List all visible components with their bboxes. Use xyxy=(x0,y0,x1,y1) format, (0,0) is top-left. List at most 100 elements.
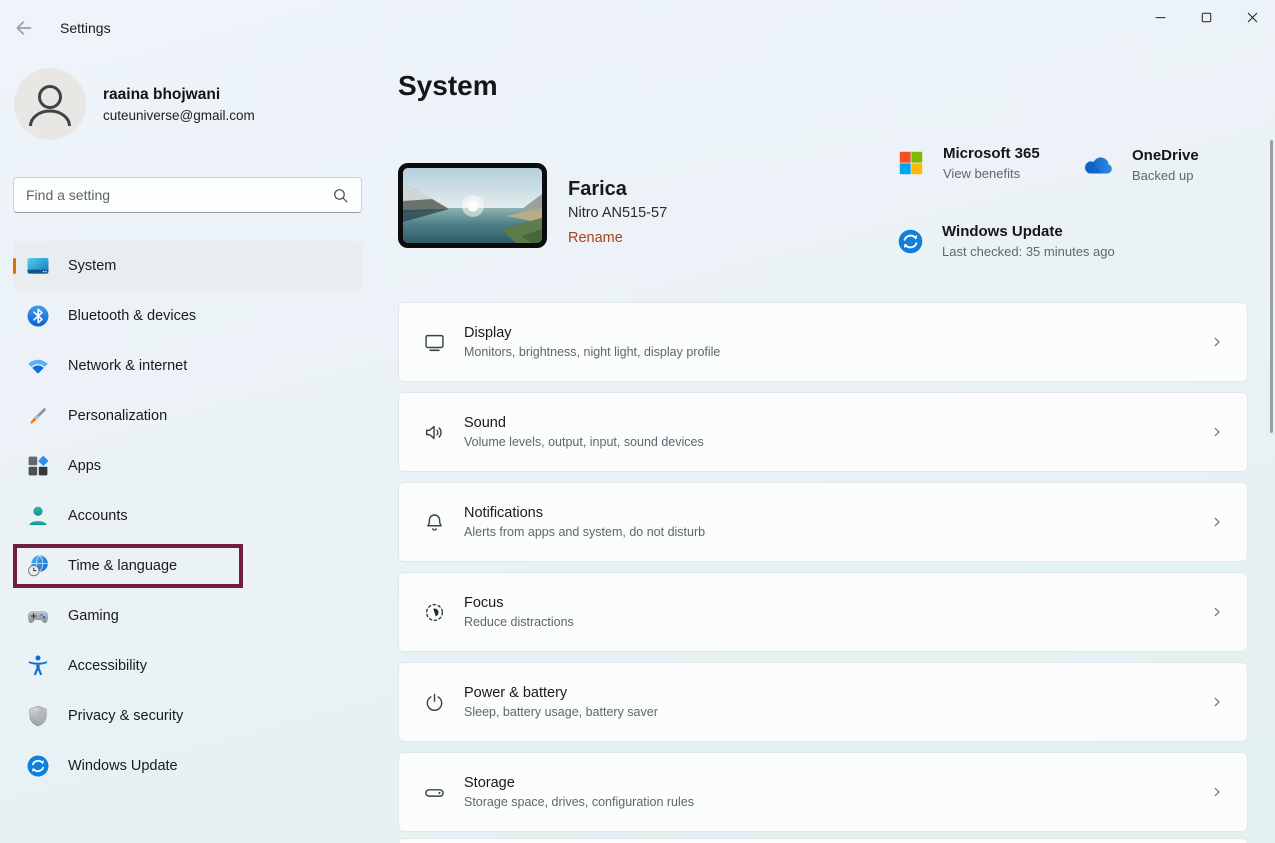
chevron-right-icon xyxy=(1209,514,1225,530)
windows-update-icon xyxy=(897,228,924,255)
sidebar-item-label: Network & internet xyxy=(68,358,187,374)
gaming-icon xyxy=(26,604,50,628)
sound-icon xyxy=(423,421,446,444)
time-language-icon xyxy=(26,554,50,578)
apps-icon xyxy=(26,454,50,478)
power-icon xyxy=(423,691,446,714)
sidebar-item-windows-update[interactable]: Windows Update xyxy=(13,741,362,791)
status-card-onedrive[interactable]: OneDrive Backed up xyxy=(1082,147,1199,183)
status-card-microsoft-365[interactable]: Microsoft 365 View benefits xyxy=(897,145,1040,181)
row-title: Power & battery xyxy=(464,685,658,701)
sidebar-item-personalization[interactable]: Personalization xyxy=(13,391,362,441)
avatar xyxy=(14,68,86,140)
row-subtitle: Volume levels, output, input, sound devi… xyxy=(464,435,704,449)
chevron-right-icon xyxy=(1209,424,1225,440)
device-name: Farica xyxy=(568,178,627,201)
status-subtitle: Last checked: 35 minutes ago xyxy=(942,244,1115,259)
selected-accent-bar xyxy=(13,258,16,274)
focus-icon xyxy=(423,601,446,624)
sidebar-item-label: Apps xyxy=(68,458,101,474)
landscape-wallpaper xyxy=(403,168,542,243)
scrollbar-thumb[interactable] xyxy=(1270,140,1273,433)
back-button[interactable] xyxy=(13,17,35,39)
accounts-icon xyxy=(26,504,50,528)
row-subtitle: Storage space, drives, configuration rul… xyxy=(464,795,694,809)
windows-update-icon xyxy=(26,754,50,778)
notifications-icon xyxy=(423,511,446,534)
sidebar-item-label: Accessibility xyxy=(68,658,147,674)
search-input[interactable] xyxy=(26,187,332,203)
accessibility-icon xyxy=(26,654,50,678)
status-title: Windows Update xyxy=(942,223,1115,240)
sidebar-item-label: System xyxy=(68,258,116,274)
sidebar-item-apps[interactable]: Apps xyxy=(13,441,362,491)
sidebar-item-privacy-security[interactable]: Privacy & security xyxy=(13,691,362,741)
chevron-right-icon xyxy=(1209,784,1225,800)
sidebar-item-gaming[interactable]: Gaming xyxy=(13,591,362,641)
display-icon xyxy=(423,331,446,354)
row-title: Display xyxy=(464,325,720,341)
profile-name: raaina bhojwani xyxy=(103,86,220,104)
app-title: Settings xyxy=(60,20,111,36)
row-subtitle: Sleep, battery usage, battery saver xyxy=(464,705,658,719)
profile-email: cuteuniverse@gmail.com xyxy=(103,108,255,123)
window-controls xyxy=(1137,0,1275,34)
status-subtitle: Backed up xyxy=(1132,168,1199,183)
network-icon xyxy=(26,354,50,378)
bluetooth-icon xyxy=(26,304,50,328)
device-model: Nitro AN515-57 xyxy=(568,205,667,221)
person-icon xyxy=(14,68,86,140)
row-title: Focus xyxy=(464,595,574,611)
settings-row-power-battery[interactable]: Power & battery Sleep, battery usage, ba… xyxy=(398,662,1248,742)
system-icon xyxy=(26,254,50,278)
onedrive-icon xyxy=(1082,155,1114,176)
settings-window: Settings raaina bhojwani cuteuniverse@gm… xyxy=(0,0,1275,843)
sidebar-item-bluetooth-devices[interactable]: Bluetooth & devices xyxy=(13,291,362,341)
status-title: OneDrive xyxy=(1132,147,1199,164)
sidebar-item-accessibility[interactable]: Accessibility xyxy=(13,641,362,691)
settings-row-storage[interactable]: Storage Storage space, drives, configura… xyxy=(398,752,1248,832)
sidebar-item-accounts[interactable]: Accounts xyxy=(13,491,362,541)
row-subtitle: Reduce distractions xyxy=(464,615,574,629)
row-title: Storage xyxy=(464,775,694,791)
maximize-button[interactable] xyxy=(1183,0,1229,34)
row-subtitle: Monitors, brightness, night light, displ… xyxy=(464,345,720,359)
search-box xyxy=(13,177,362,213)
settings-row-focus[interactable]: Focus Reduce distractions xyxy=(398,572,1248,652)
sidebar-nav: System Bluetooth & devices Network & int… xyxy=(13,241,362,791)
settings-row-partial[interactable] xyxy=(398,838,1248,843)
row-subtitle: Alerts from apps and system, do not dist… xyxy=(464,525,705,539)
sidebar-item-time-language[interactable]: Time & language xyxy=(13,541,362,591)
sidebar-item-network-internet[interactable]: Network & internet xyxy=(13,341,362,391)
status-card-windows-update[interactable]: Windows Update Last checked: 35 minutes … xyxy=(897,223,1115,259)
sidebar-item-label: Accounts xyxy=(68,508,128,524)
close-button[interactable] xyxy=(1229,0,1275,34)
minimize-button[interactable] xyxy=(1137,0,1183,34)
row-title: Sound xyxy=(464,415,704,431)
personalization-icon xyxy=(26,404,50,428)
status-title: Microsoft 365 xyxy=(943,145,1040,162)
chevron-right-icon xyxy=(1209,694,1225,710)
sidebar-item-label: Privacy & security xyxy=(68,708,183,724)
sidebar-item-label: Personalization xyxy=(68,408,167,424)
settings-row-sound[interactable]: Sound Volume levels, output, input, soun… xyxy=(398,392,1248,472)
maximize-icon xyxy=(1198,9,1215,26)
chevron-right-icon xyxy=(1209,334,1225,350)
storage-icon xyxy=(423,781,446,804)
sidebar-item-label: Gaming xyxy=(68,608,119,624)
rename-link[interactable]: Rename xyxy=(568,230,623,246)
row-title: Notifications xyxy=(464,505,705,521)
sidebar-item-label: Time & language xyxy=(68,558,177,574)
search-icon xyxy=(332,187,349,204)
chevron-right-icon xyxy=(1209,604,1225,620)
sidebar-item-label: Bluetooth & devices xyxy=(68,308,196,324)
settings-row-list: Display Monitors, brightness, night ligh… xyxy=(398,302,1248,842)
sidebar-item-system[interactable]: System xyxy=(13,241,362,291)
privacy-icon xyxy=(26,704,50,728)
close-icon xyxy=(1244,9,1261,26)
settings-row-notifications[interactable]: Notifications Alerts from apps and syste… xyxy=(398,482,1248,562)
minimize-icon xyxy=(1152,9,1169,26)
status-subtitle: View benefits xyxy=(943,166,1040,181)
page-title: System xyxy=(398,70,498,102)
settings-row-display[interactable]: Display Monitors, brightness, night ligh… xyxy=(398,302,1248,382)
